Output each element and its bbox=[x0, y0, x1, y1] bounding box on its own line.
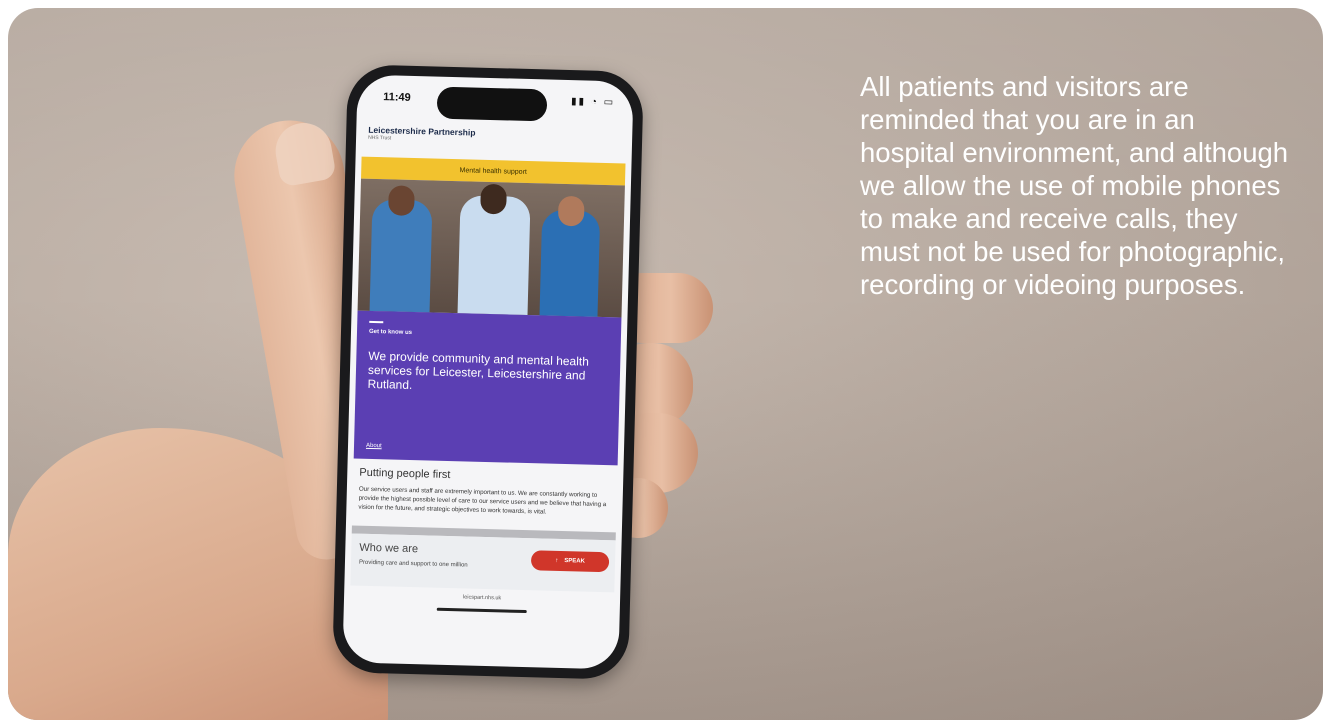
who-we-are-box[interactable]: Who we are Providing care and support to… bbox=[350, 533, 616, 593]
speak-button[interactable]: ↑ SPEAK bbox=[530, 550, 610, 573]
photo-background: All patients and visitors are reminded t… bbox=[8, 8, 1323, 720]
about-link[interactable]: About bbox=[366, 443, 382, 449]
card-kicker: Get to know us bbox=[368, 328, 413, 336]
dynamic-island bbox=[436, 86, 548, 122]
hero-image bbox=[357, 178, 625, 318]
status-time: 11:49 bbox=[383, 91, 411, 104]
home-indicator[interactable] bbox=[436, 607, 527, 614]
card-title: We provide community and mental health s… bbox=[367, 348, 590, 393]
phone-screen: 11:49 ▮▮ ◔ ▭ Leicestershire Partnership … bbox=[342, 74, 634, 670]
smartphone: 11:49 ▮▮ ◔ ▭ Leicestershire Partnership … bbox=[332, 64, 644, 680]
speak-label: SPEAK bbox=[564, 558, 585, 565]
notice-caption: All patients and visitors are reminded t… bbox=[860, 71, 1289, 300]
status-icons: ▮▮ ◔ ▭ bbox=[570, 96, 616, 109]
content-section: Putting people first Our service users a… bbox=[346, 458, 624, 526]
staff-head bbox=[388, 185, 415, 217]
staff-figure bbox=[369, 198, 433, 318]
url-bar[interactable]: leicspart.nhs.uk bbox=[344, 591, 620, 604]
section-heading: Putting people first bbox=[359, 466, 451, 482]
status-bar: 11:49 ▮▮ ◔ ▭ bbox=[356, 74, 633, 131]
staff-head bbox=[557, 195, 585, 227]
section-text: Our service users and staff are extremel… bbox=[358, 485, 607, 516]
staff-head bbox=[480, 183, 507, 215]
speak-icon: ↑ bbox=[555, 557, 559, 564]
about-card: Get to know us We provide community and … bbox=[353, 310, 622, 466]
card-divider bbox=[369, 320, 384, 324]
